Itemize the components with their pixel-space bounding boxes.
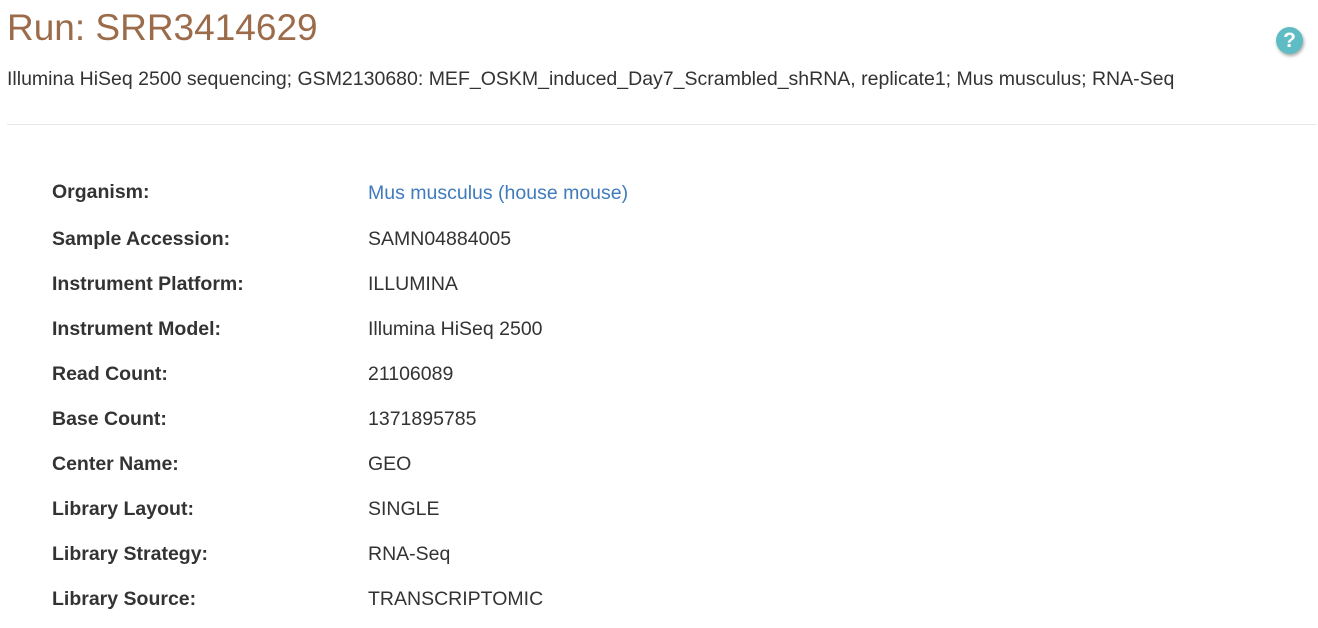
help-button[interactable]: ?	[1276, 27, 1303, 54]
base-count-label: Base Count:	[52, 408, 167, 430]
detail-row-base-count: Base Count: 1371895785	[52, 397, 1252, 442]
detail-row-organism: Organism: Mus musculus (house mouse)	[52, 170, 1252, 217]
run-page: Run: SRR3414629 ? Illumina HiSeq 2500 se…	[0, 0, 1318, 628]
center-name-label: Center Name:	[52, 453, 179, 475]
library-layout-label: Library Layout:	[52, 498, 194, 520]
library-strategy-label: Library Strategy:	[52, 543, 209, 565]
sample-accession-value: SAMN04884005	[368, 228, 512, 250]
library-source-label: Library Source:	[52, 588, 197, 610]
question-circle-icon: ?	[1283, 29, 1296, 52]
read-count-value: 21106089	[368, 363, 454, 385]
organism-label: Organism:	[52, 181, 150, 203]
detail-row-library-layout: Library Layout: SINGLE	[52, 487, 1252, 532]
detail-row-sample-accession: Sample Accession: SAMN04884005	[52, 217, 1252, 262]
read-count-label: Read Count:	[52, 363, 168, 385]
instrument-model-value: Illumina HiSeq 2500	[368, 318, 543, 340]
detail-row-instrument-model: Instrument Model: Illumina HiSeq 2500	[52, 307, 1252, 352]
instrument-platform-label: Instrument Platform:	[52, 273, 244, 295]
sample-accession-label: Sample Accession:	[52, 228, 231, 250]
detail-row-instrument-platform: Instrument Platform: ILLUMINA	[52, 262, 1252, 307]
library-layout-value: SINGLE	[368, 498, 440, 520]
library-strategy-value: RNA-Seq	[368, 543, 451, 565]
library-source-value: TRANSCRIPTOMIC	[368, 588, 544, 610]
organism-link[interactable]: Mus musculus (house mouse)	[368, 182, 628, 204]
base-count-value: 1371895785	[368, 408, 477, 430]
detail-row-center-name: Center Name: GEO	[52, 442, 1252, 487]
instrument-platform-value: ILLUMINA	[368, 273, 458, 295]
detail-row-library-strategy: Library Strategy: RNA-Seq	[52, 532, 1252, 577]
run-details-table: Organism: Mus musculus (house mouse) Sam…	[52, 170, 1252, 622]
center-name-value: GEO	[368, 453, 412, 475]
page-title: Run: SRR3414629	[7, 7, 318, 48]
divider	[7, 124, 1316, 125]
detail-row-read-count: Read Count: 21106089	[52, 352, 1252, 397]
run-description: Illumina HiSeq 2500 sequencing; GSM21306…	[7, 68, 1175, 90]
instrument-model-label: Instrument Model:	[52, 318, 221, 340]
detail-row-library-source: Library Source: TRANSCRIPTOMIC	[52, 577, 1252, 622]
